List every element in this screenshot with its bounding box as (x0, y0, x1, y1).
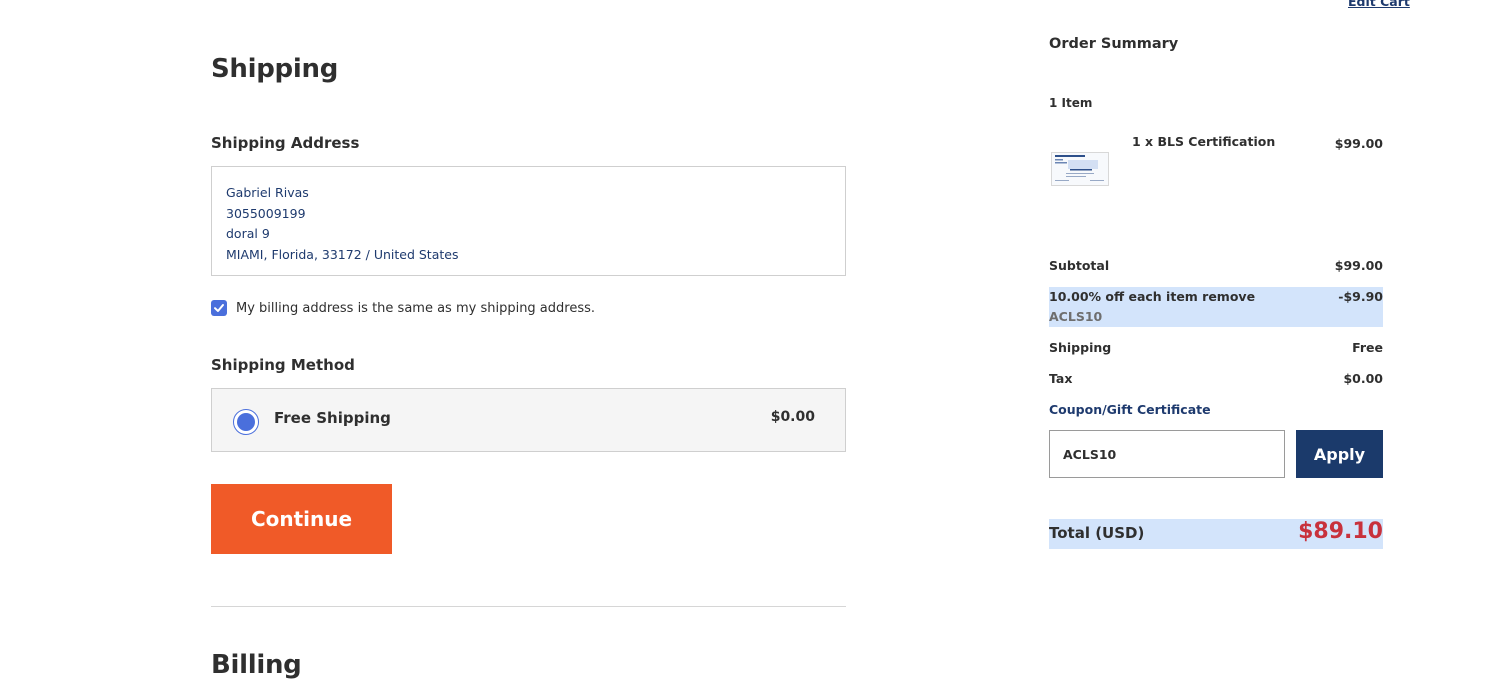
edit-cart-link[interactable]: Edit Cart (1348, 0, 1410, 9)
shipping-method-price: $0.00 (770, 409, 815, 425)
shipping-method-label: Shipping Method (211, 356, 355, 374)
shipping-cost-value: Free (1352, 340, 1383, 355)
item-count: 1 Item (1049, 96, 1093, 110)
billing-heading: Billing (211, 650, 302, 680)
coupon-label: Coupon/Gift Certificate (1049, 402, 1211, 417)
shipping-method-option[interactable]: Free Shipping $0.00 (211, 388, 846, 452)
total-label: Total (USD) (1049, 524, 1145, 542)
checkmark-icon (214, 304, 224, 312)
item-price: $99.00 (1334, 136, 1383, 151)
discount-label: 10.00% off each item remove (1049, 289, 1256, 304)
tax-label: Tax (1049, 371, 1073, 386)
discount-value: -$9.90 (1338, 289, 1383, 304)
item-name: 1 x BLS Certification (1132, 134, 1276, 149)
shipping-address-box[interactable]: Gabriel Rivas 3055009199 doral 9 MIAMI, … (211, 166, 846, 276)
certificate-thumbnail-icon (1051, 152, 1109, 186)
continue-button[interactable]: Continue (211, 484, 392, 554)
subtotal-value: $99.00 (1334, 258, 1383, 273)
shipping-heading: Shipping (211, 54, 339, 84)
tax-value: $0.00 (1343, 371, 1383, 386)
address-phone: 3055009199 (226, 205, 306, 221)
shipping-method-radio[interactable] (233, 409, 259, 435)
coupon-input[interactable] (1049, 430, 1285, 478)
address-name: Gabriel Rivas (226, 185, 309, 200)
section-divider (211, 606, 846, 607)
apply-coupon-button[interactable]: Apply (1296, 430, 1383, 478)
billing-same-label: My billing address is the same as my shi… (236, 300, 596, 316)
billing-same-checkbox[interactable] (211, 300, 227, 316)
discount-code: ACLS10 (1049, 309, 1103, 324)
shipping-method-name: Free Shipping (274, 409, 391, 427)
radio-selected-dot (237, 413, 255, 431)
total-value: $89.10 (1298, 519, 1383, 544)
subtotal-label: Subtotal (1049, 258, 1110, 273)
address-street: doral 9 (226, 226, 270, 241)
shipping-cost-label: Shipping (1049, 340, 1112, 355)
billing-same-option[interactable]: My billing address is the same as my shi… (211, 300, 595, 316)
shipping-address-label: Shipping Address (211, 134, 360, 152)
address-city-state: MIAMI, Florida, 33172 / United States (226, 246, 459, 262)
order-summary-title: Order Summary (1049, 36, 1179, 52)
